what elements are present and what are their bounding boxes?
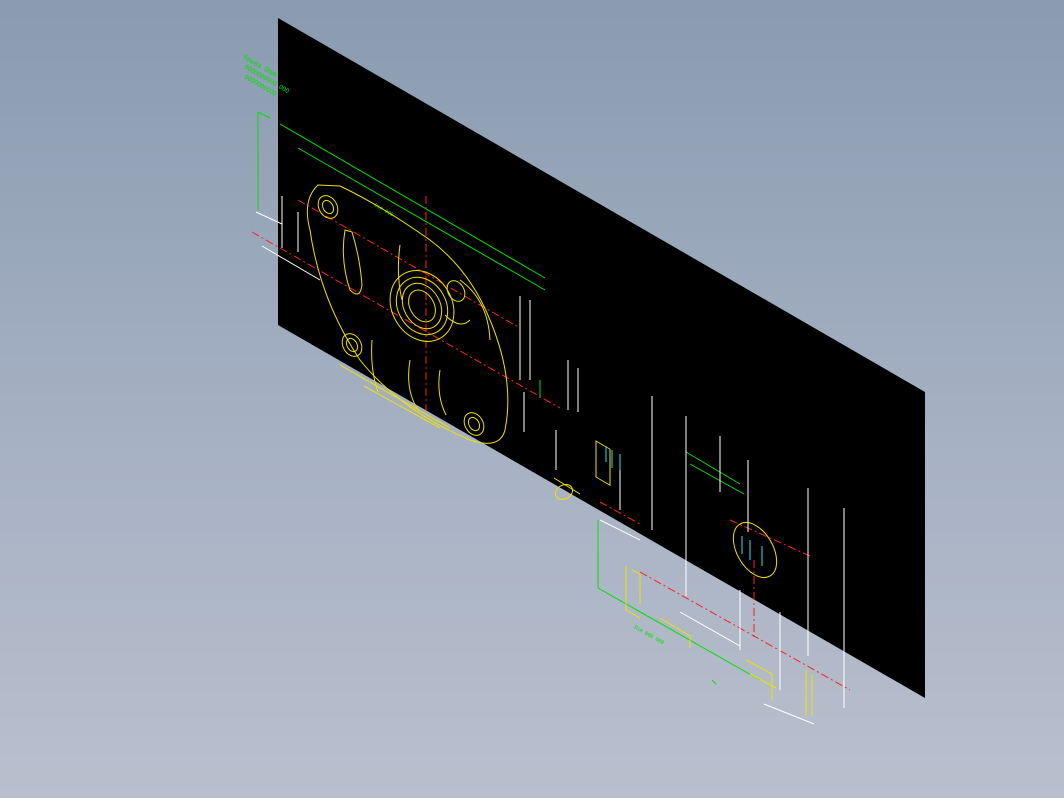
cad-drawing-canvas[interactable]: Ymwaa Dmm OOOOOOOOOO OOO OOOOOOOOOO Dim … xyxy=(0,0,1064,798)
cad-viewport[interactable]: Ymwaa Dmm OOOOOOOOOO OOO OOOOOOOOOO Dim … xyxy=(0,0,1064,798)
drawing-sheet xyxy=(278,18,925,698)
lower-dimension-text: Dim 000 000 xyxy=(633,625,665,647)
